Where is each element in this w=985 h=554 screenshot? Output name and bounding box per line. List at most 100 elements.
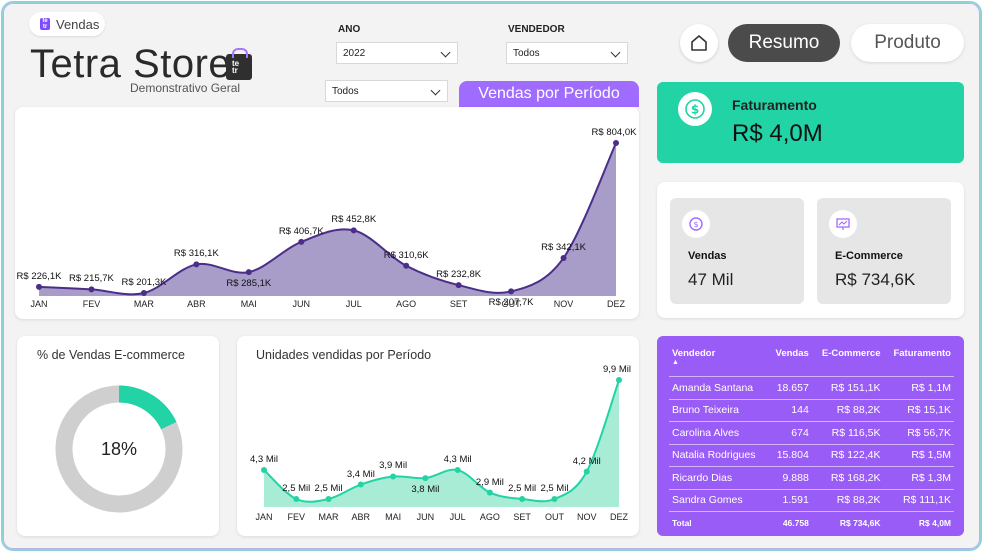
total-vendedor: Total (669, 511, 769, 534)
column-header-vendedor[interactable]: Vendedor ▲ (669, 346, 768, 377)
page-pill[interactable]: te tr Vendas (29, 12, 105, 36)
data-label: 4,3 Mil (443, 454, 472, 466)
cell-ecommerce: R$ 168,2K (811, 466, 884, 489)
data-point (613, 140, 619, 146)
page-pill-label: Vendas (56, 16, 100, 32)
data-label: 3,4 Mil (346, 468, 375, 480)
cell-vendedor: Carolina Alves (669, 421, 769, 444)
data-point (486, 489, 493, 496)
x-tick-label: OUT (544, 512, 564, 522)
chevron-down-icon (610, 47, 621, 58)
data-point (390, 473, 397, 480)
data-label: R$ 804,0K (591, 127, 637, 138)
cell-vendas: 1.591 (768, 488, 812, 512)
data-label: R$ 310,6K (383, 249, 429, 261)
nav-resumo-button[interactable]: Resumo (728, 24, 840, 62)
data-label: R$ 285,1K (226, 278, 272, 290)
kpi-ecommerce-title: E-Commerce (835, 250, 903, 262)
x-tick-label: ABR (187, 299, 206, 309)
data-point (88, 286, 95, 293)
table-row[interactable]: Sandra Gomes 1.591 R$ 88,2K R$ 111,1K (669, 488, 954, 512)
x-tick-label: OUT (501, 299, 521, 309)
units-chart-card: Unidades vendidas por Período 4,3 Mil JAN… (237, 336, 639, 536)
x-tick-label: MAI (240, 299, 257, 309)
table-header-row: Vendedor ▲ Vendas E-Commerce Faturamento (669, 346, 954, 377)
tab-vendas-por-periodo[interactable]: Vendas por Período (459, 81, 639, 107)
cell-faturamento: R$ 1,1M (883, 376, 954, 399)
x-tick-label: MAR (133, 299, 154, 309)
cell-faturamento: R$ 56,7K (883, 421, 954, 444)
cell-vendedor: Amanda Santana (669, 376, 769, 399)
nav-produto-button[interactable]: Produto (851, 24, 964, 62)
column-header-faturamento[interactable]: Faturamento (883, 346, 954, 377)
data-label: 2,5 Mil (540, 483, 569, 494)
data-point (519, 496, 526, 502)
table-row[interactable]: Amanda Santana 18.657 R$ 151,1K R$ 1,1M (669, 376, 954, 399)
data-label: 4,2 Mil (572, 455, 601, 467)
ecommerce-share-card: % de Vendas E-commerce 18% (17, 336, 219, 536)
home-button[interactable] (680, 24, 718, 62)
store-logo-icon: te tr (40, 18, 50, 30)
column-header-ecommerce[interactable]: E-Commerce (812, 346, 884, 377)
data-point (560, 254, 567, 261)
table-row[interactable]: Bruno Teixeira 144 R$ 88,2K R$ 15,1K (669, 398, 954, 422)
x-tick-label: SET (513, 512, 531, 522)
filter-extra-select[interactable]: Todos (325, 80, 448, 102)
data-point (140, 290, 147, 296)
data-point (357, 481, 364, 488)
cell-faturamento: R$ 1,3M (883, 466, 954, 489)
faturamento-card: $ Faturamento R$ 4,0M (657, 82, 964, 163)
sort-ascending-icon: ▲ (672, 359, 679, 366)
vendedor-table-card: Vendedor ▲ Vendas E-Commerce Faturamento … (657, 336, 964, 536)
ecommerce-donut-chart (55, 385, 183, 513)
filter-ano-select[interactable]: 2022 (336, 42, 458, 64)
cell-faturamento: R$ 111,1K (883, 488, 954, 512)
data-label: R$ 215,7K (69, 273, 114, 285)
data-point (325, 496, 332, 502)
data-label: R$ 316,1K (173, 248, 219, 260)
filter-ano-label: ANO (338, 24, 361, 35)
x-tick-label: AGO (479, 512, 500, 522)
x-tick-label: DEZ (610, 512, 628, 522)
table-row[interactable]: Carolina Alves 674 R$ 116,5K R$ 56,7K (669, 421, 954, 444)
cell-vendedor: Sandra Gomes (669, 488, 769, 512)
x-tick-label: FEV (287, 512, 306, 522)
filter-vendedor-value: Todos (513, 47, 540, 59)
shopping-bag-icon: te tr (226, 48, 252, 80)
cell-ecommerce: R$ 116,5K (811, 421, 884, 444)
x-tick-label: FEV (82, 299, 101, 309)
kpi-ecommerce: E-Commerce R$ 734,6K (817, 198, 951, 304)
filter-vendedor-select[interactable]: Todos (506, 42, 628, 64)
data-point (245, 269, 252, 276)
column-header-vendas[interactable]: Vendas (768, 346, 812, 377)
filter-vendedor-label: VENDEDOR (508, 24, 565, 35)
filter-extra-value: Todos (332, 85, 359, 97)
x-tick-label: JUN (416, 512, 435, 522)
data-point (583, 468, 590, 475)
svg-text:$: $ (693, 220, 698, 229)
total-ecommerce: R$ 734,6K (811, 511, 884, 534)
x-tick-label: MAI (385, 512, 402, 522)
x-tick-label: JUL (345, 299, 362, 309)
data-label: 9,9 Mil (603, 364, 631, 375)
data-point (298, 238, 305, 245)
x-tick-label: NOV (553, 299, 574, 309)
sales-area-chart (36, 140, 619, 296)
table-row[interactable]: Natalia Rodrigues 15.804 R$ 122,4K R$ 1,5M (669, 443, 954, 467)
x-tick-label: MAR (318, 512, 339, 522)
filter-ano-value: 2022 (343, 47, 366, 59)
cell-vendas: 15.804 (768, 443, 812, 467)
data-point (454, 467, 461, 474)
chevron-down-icon (440, 47, 451, 58)
data-point (36, 283, 42, 290)
table-row[interactable]: Ricardo Dias 9.888 R$ 168,2K R$ 1,3M (669, 466, 954, 489)
table-body: Amanda Santana 18.657 R$ 151,1K R$ 1,1M Brun… (669, 376, 954, 534)
x-tick-label: SET (449, 299, 468, 309)
data-point (350, 227, 357, 234)
data-point (293, 496, 300, 502)
cell-ecommerce: R$ 88,2K (811, 398, 884, 422)
cell-ecommerce: R$ 151,1K (811, 376, 884, 399)
data-label: 2,5 Mil (314, 483, 343, 494)
cell-vendas: 18.657 (768, 376, 812, 399)
data-point (551, 496, 558, 502)
